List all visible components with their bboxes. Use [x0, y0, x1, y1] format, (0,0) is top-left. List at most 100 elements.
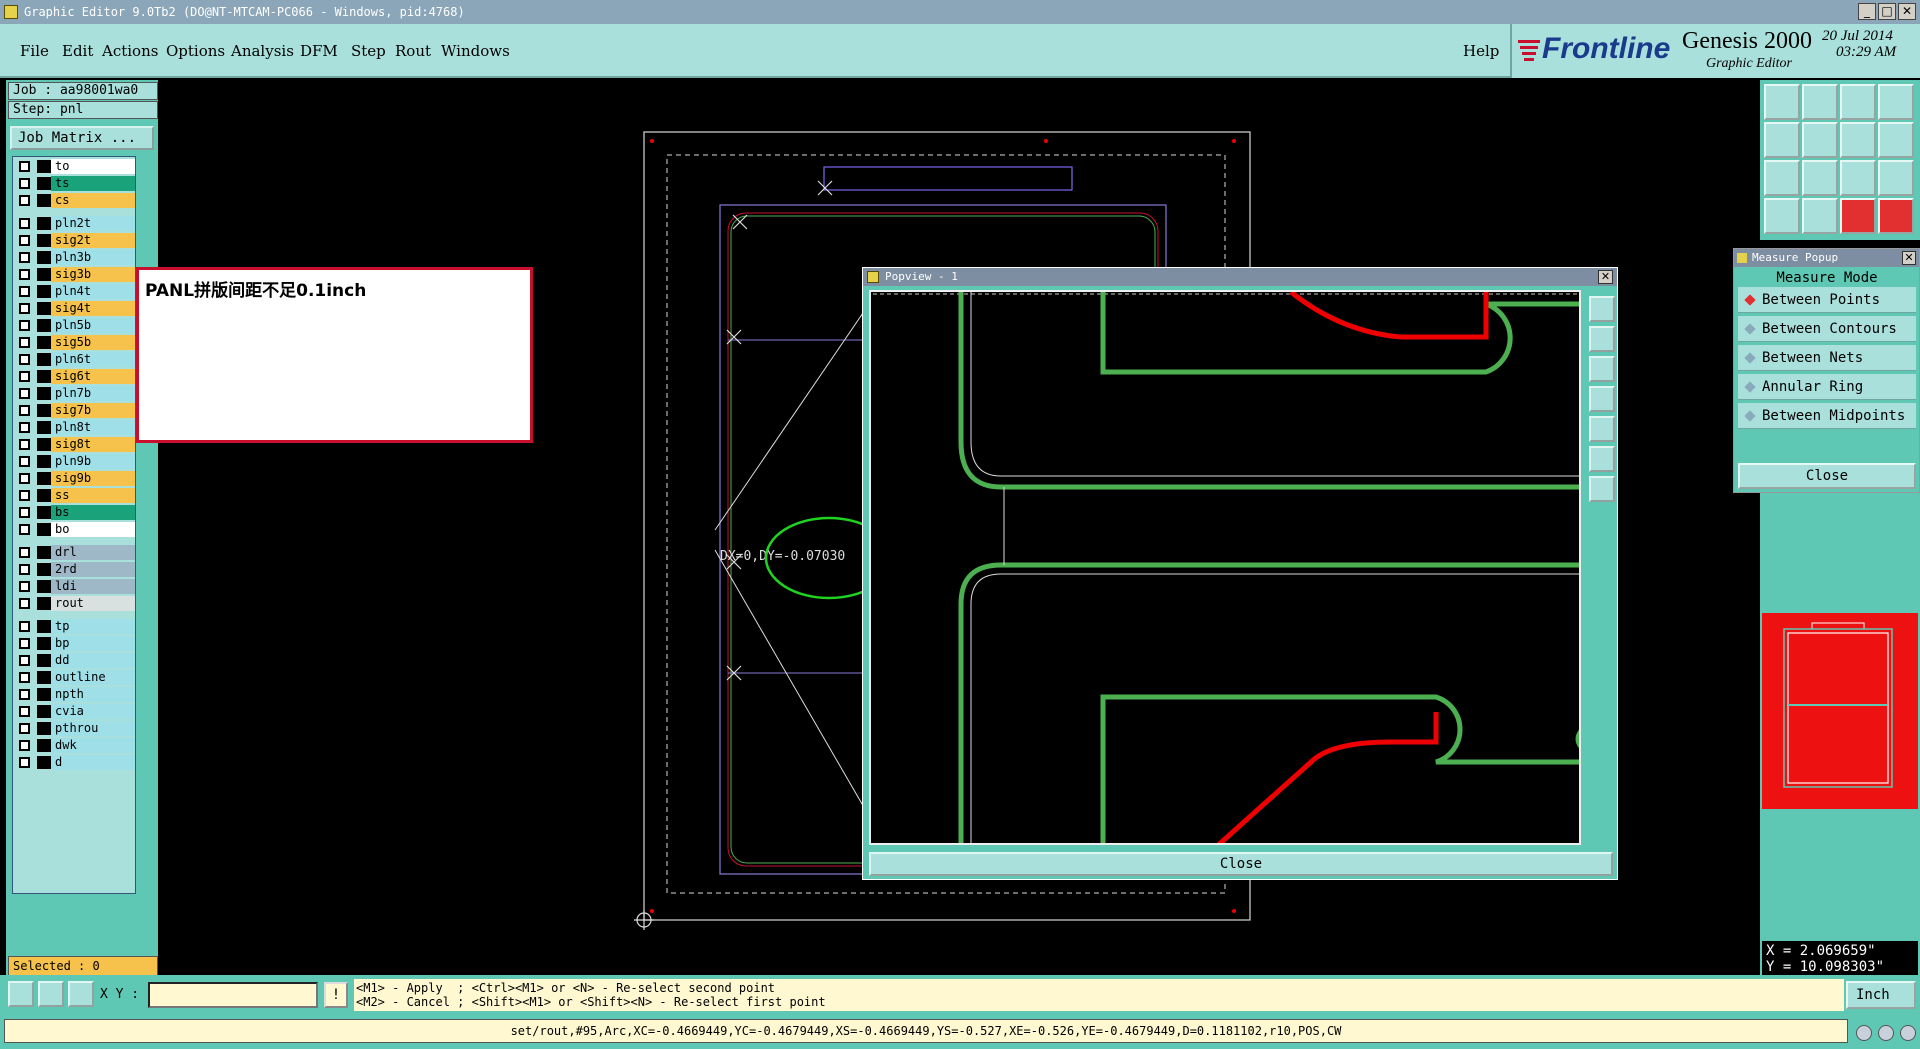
- tool-pan-left-icon[interactable]: [1764, 122, 1800, 158]
- menu-actions[interactable]: Actions: [102, 42, 158, 60]
- close-window-button[interactable]: ✕: [1898, 3, 1916, 20]
- layer-checkbox[interactable]: [19, 564, 30, 575]
- layer-name[interactable]: dd: [51, 653, 135, 668]
- layer-name[interactable]: bp: [51, 636, 135, 651]
- layer-row[interactable]: pln2t: [13, 216, 137, 231]
- menu-windows[interactable]: Windows: [441, 42, 510, 60]
- measure-option-between-contours[interactable]: Between Contours: [1738, 316, 1916, 342]
- layer-row[interactable]: outline: [13, 670, 137, 685]
- layer-checkbox[interactable]: [19, 638, 30, 649]
- layer-name[interactable]: pln4t: [51, 284, 135, 299]
- layer-checkbox[interactable]: [19, 439, 30, 450]
- xy-input[interactable]: [148, 982, 318, 1008]
- tool-scale-icon[interactable]: [1840, 160, 1876, 196]
- layer-checkbox[interactable]: [19, 218, 30, 229]
- menu-analysis[interactable]: Analysis: [231, 42, 294, 60]
- layer-name[interactable]: tp: [51, 619, 135, 634]
- select-tool-icon[interactable]: [8, 981, 34, 1007]
- layer-row[interactable]: pln5b: [13, 318, 137, 333]
- layer-row[interactable]: d: [13, 755, 137, 770]
- measure-option-between-points[interactable]: Between Points: [1738, 287, 1916, 313]
- layer-checkbox[interactable]: [19, 371, 30, 382]
- popview-pan-up-icon[interactable]: [1589, 326, 1615, 352]
- menu-file[interactable]: File: [20, 42, 49, 60]
- tool-feature-icon[interactable]: [1802, 198, 1838, 234]
- popview-pan-down-icon[interactable]: [1589, 356, 1615, 382]
- layer-checkbox[interactable]: [19, 655, 30, 666]
- layer-name[interactable]: pln9b: [51, 454, 135, 469]
- layer-name[interactable]: dwk: [51, 738, 135, 753]
- tool-net-icon[interactable]: [1878, 198, 1914, 234]
- tray-icon[interactable]: [1900, 1025, 1916, 1041]
- layer-row[interactable]: cvia: [13, 704, 137, 719]
- layer-name[interactable]: ldi: [51, 579, 135, 594]
- layer-checkbox[interactable]: [19, 706, 30, 717]
- layer-name[interactable]: rout: [51, 596, 135, 611]
- measure-close-button[interactable]: Close: [1738, 463, 1916, 489]
- popview-canvas[interactable]: [869, 290, 1581, 845]
- tool-zoom-fit-icon[interactable]: [1764, 160, 1800, 196]
- tool-home-icon[interactable]: [1840, 84, 1876, 120]
- tool-help-icon[interactable]: [1878, 160, 1914, 196]
- layer-row[interactable]: pln4t: [13, 284, 137, 299]
- layer-row[interactable]: rout: [13, 596, 137, 611]
- menu-options[interactable]: Options: [166, 42, 225, 60]
- layer-checkbox[interactable]: [19, 740, 30, 751]
- layer-checkbox[interactable]: [19, 354, 30, 365]
- layer-checkbox[interactable]: [19, 473, 30, 484]
- layer-row[interactable]: to: [13, 159, 137, 174]
- layer-name[interactable]: pln6t: [51, 352, 135, 367]
- layer-checkbox[interactable]: [19, 422, 30, 433]
- maximize-button[interactable]: □: [1878, 3, 1896, 20]
- layer-checkbox[interactable]: [19, 286, 30, 297]
- layer-name[interactable]: d: [51, 755, 135, 770]
- popview-close-button[interactable]: Close: [869, 852, 1613, 876]
- layer-row[interactable]: sig9b: [13, 471, 137, 486]
- layer-row[interactable]: sig8t: [13, 437, 137, 452]
- layer-name[interactable]: sig6t: [51, 369, 135, 384]
- layer-name[interactable]: ts: [51, 176, 135, 191]
- layer-checkbox[interactable]: [19, 689, 30, 700]
- unit-selector[interactable]: Inch: [1846, 981, 1916, 1009]
- popview-close-icon[interactable]: ✕: [1598, 270, 1613, 284]
- layer-checkbox[interactable]: [19, 547, 30, 558]
- tool-pan-down-icon[interactable]: [1802, 84, 1838, 120]
- layer-name[interactable]: 2rd: [51, 562, 135, 577]
- layer-name[interactable]: sig9b: [51, 471, 135, 486]
- layer-checkbox[interactable]: [19, 621, 30, 632]
- layer-name[interactable]: sig8t: [51, 437, 135, 452]
- layer-name[interactable]: sig7b: [51, 403, 135, 418]
- layer-checkbox[interactable]: [19, 581, 30, 592]
- layer-name[interactable]: bo: [51, 522, 135, 537]
- popview-zoom-icon[interactable]: [1589, 296, 1615, 322]
- layer-checkbox[interactable]: [19, 269, 30, 280]
- layer-row[interactable]: sig4t: [13, 301, 137, 316]
- layer-row[interactable]: npth: [13, 687, 137, 702]
- layer-name[interactable]: sig4t: [51, 301, 135, 316]
- layer-name[interactable]: sig3b: [51, 267, 135, 282]
- popview-fit-icon[interactable]: [1589, 446, 1615, 472]
- tool-redraw-icon[interactable]: [1840, 122, 1876, 158]
- layer-checkbox[interactable]: [19, 456, 30, 467]
- layer-row[interactable]: ts: [13, 176, 137, 191]
- tool-pan-right-icon[interactable]: [1802, 122, 1838, 158]
- layer-name[interactable]: cvia: [51, 704, 135, 719]
- layer-checkbox[interactable]: [19, 598, 30, 609]
- layer-name[interactable]: npth: [51, 687, 135, 702]
- layer-name[interactable]: bs: [51, 505, 135, 520]
- layer-name[interactable]: sig2t: [51, 233, 135, 248]
- measure-option-between-midpoints[interactable]: Between Midpoints: [1738, 403, 1916, 429]
- layer-row[interactable]: ldi: [13, 579, 137, 594]
- tool-filter-icon[interactable]: [1764, 198, 1800, 234]
- layer-row[interactable]: dwk: [13, 738, 137, 753]
- bang-button[interactable]: !: [324, 982, 348, 1008]
- layer-name[interactable]: sig5b: [51, 335, 135, 350]
- layer-name[interactable]: ss: [51, 488, 135, 503]
- layer-checkbox[interactable]: [19, 303, 30, 314]
- layer-row[interactable]: pln3b: [13, 250, 137, 265]
- layer-row[interactable]: pln9b: [13, 454, 137, 469]
- layer-row[interactable]: sig3b: [13, 267, 137, 282]
- layer-row[interactable]: bs: [13, 505, 137, 520]
- layer-row[interactable]: bo: [13, 522, 137, 537]
- layer-checkbox[interactable]: [19, 490, 30, 501]
